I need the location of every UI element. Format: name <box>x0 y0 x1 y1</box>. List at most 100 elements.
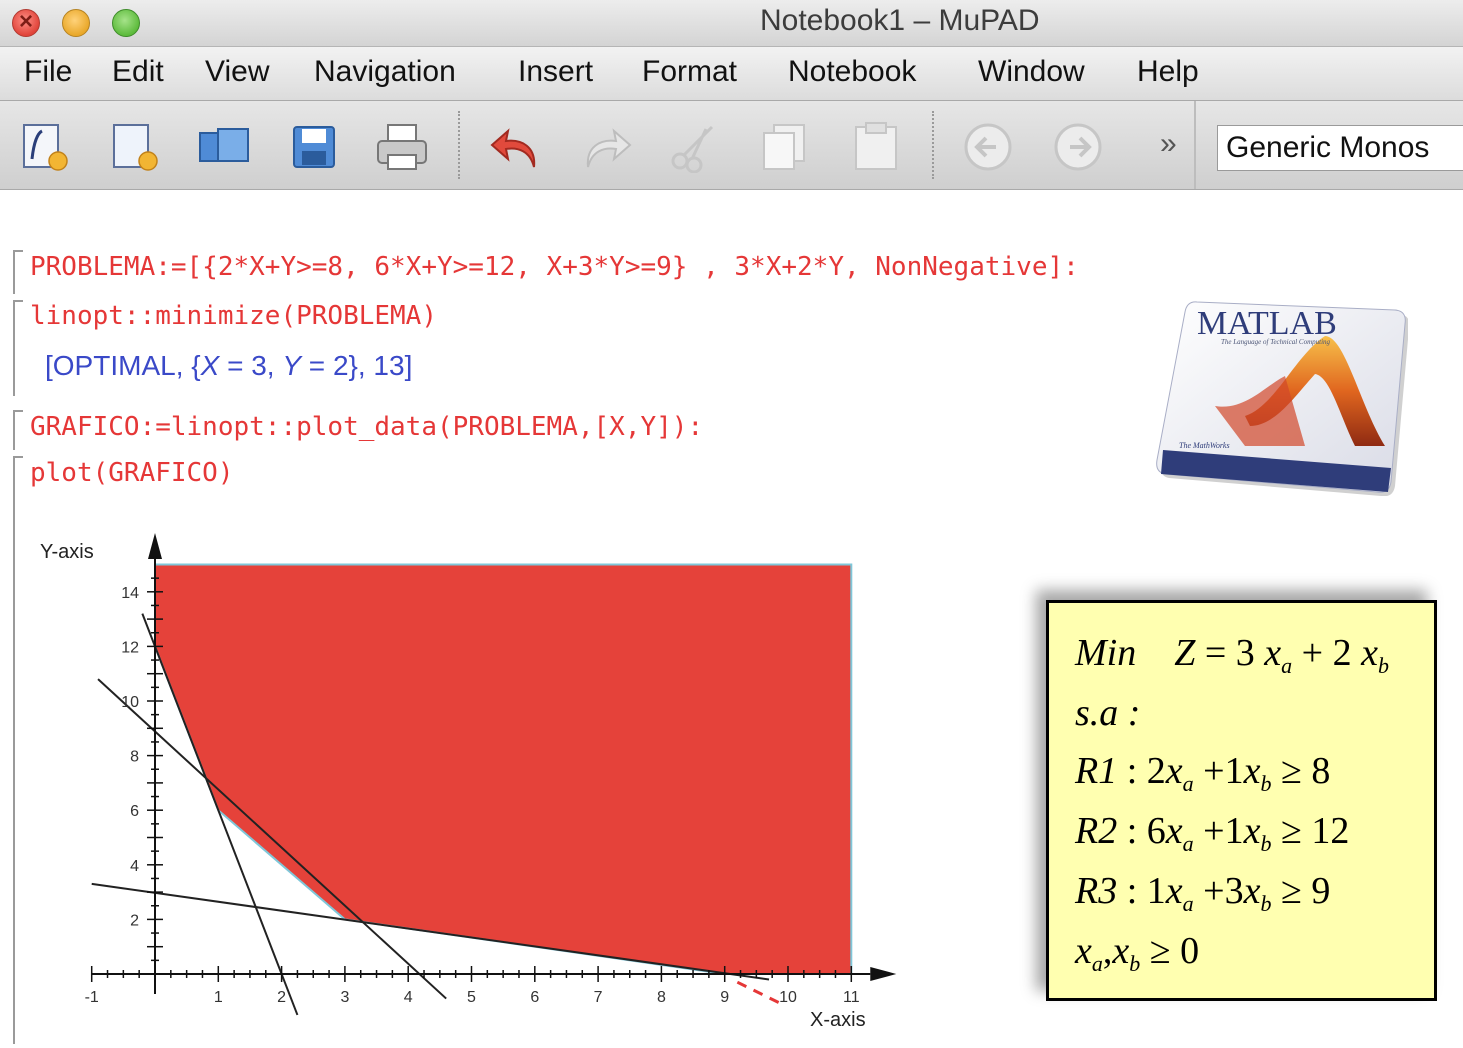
menu-help[interactable]: Help <box>1137 55 1199 89</box>
objective-line <box>736 980 783 1006</box>
toolbar-separator-2 <box>932 111 934 179</box>
y-tick-label: 10 <box>121 694 139 711</box>
new-notebook-icon[interactable] <box>20 121 72 173</box>
menu-view[interactable]: View <box>205 55 269 89</box>
input-cell-grafico[interactable]: GRAFICO:=linopt::plot_data(PROBLEMA,[X,Y… <box>30 412 703 442</box>
nonneg-s1: a <box>1091 951 1103 976</box>
zoom-window-button[interactable] <box>112 9 140 37</box>
x-tick-label: 6 <box>530 989 539 1006</box>
objective-line: Min Z = 3 xa + 2 xb <box>1075 631 1389 679</box>
constraint-r2: R2 : 6xa +1xb ≥ 12 <box>1075 809 1349 857</box>
toolbar: » Generic Monos <box>0 101 1463 190</box>
nonneg-rhs: ≥ 0 <box>1140 930 1200 972</box>
y-tick-label: 8 <box>130 749 139 766</box>
r2-rhs: ≥ 12 <box>1271 810 1350 852</box>
menu-format[interactable]: Format <box>642 55 737 89</box>
objective-plus: + 2 <box>1292 632 1362 674</box>
menu-window[interactable]: Window <box>978 55 1085 89</box>
x-tick-label: 9 <box>720 989 729 1006</box>
undo-icon[interactable] <box>490 121 542 173</box>
result-x-var: X <box>200 350 220 381</box>
matlab-brand: MATLAB <box>1197 305 1337 342</box>
x-tick-label: 11 <box>843 989 860 1006</box>
minimize-window-button[interactable] <box>62 9 90 37</box>
toolbar-separator <box>458 111 460 179</box>
mathworks-label: The MathWorks <box>1179 441 1230 450</box>
y-tick-label: 4 <box>130 858 139 875</box>
r3-s1: a <box>1182 891 1194 916</box>
r1-body1: : 2 <box>1117 750 1166 792</box>
lp-model-box: Min Z = 3 xa + 2 xb s.a : R1 : 2xa +1xb … <box>1046 600 1437 1001</box>
r1-rhs: ≥ 8 <box>1271 750 1331 792</box>
r2-x2: x <box>1243 810 1261 852</box>
new-editor-icon[interactable] <box>110 121 162 173</box>
input-cell-plot[interactable]: plot(GRAFICO) <box>30 458 234 488</box>
result-y-eq: = 2}, 13] <box>301 350 413 381</box>
y-axis-label: Y-axis <box>40 541 94 563</box>
r2-body2: +1 <box>1193 810 1244 852</box>
output-cell-result: [OPTIMAL, {X = 3, Y = 2}, 13] <box>45 350 412 382</box>
menu-bar: File Edit View Navigation Insert Format … <box>0 47 1463 101</box>
print-icon[interactable] <box>376 121 428 173</box>
nonneg-x1: x <box>1075 930 1092 972</box>
x-tick-label: 2 <box>277 989 286 1006</box>
cut-icon <box>671 125 714 173</box>
subject-to-label: s.a : <box>1075 692 1141 734</box>
x-tick-label: 4 <box>404 989 413 1006</box>
save-icon[interactable] <box>288 121 340 173</box>
x-axis-arrow <box>870 967 897 981</box>
title-bar: Notebook1 – MuPAD <box>0 0 1463 47</box>
cell-bracket[interactable] <box>13 456 23 1044</box>
redo-icon <box>586 128 632 168</box>
input-cell-minimize[interactable]: linopt::minimize(PROBLEMA) <box>30 301 437 331</box>
r2-s1: a <box>1182 831 1194 856</box>
cell-bracket[interactable] <box>13 410 23 450</box>
matlab-tagline: The Language of Technical Computing <box>1221 338 1331 346</box>
font-select[interactable]: Generic Monos <box>1217 125 1463 171</box>
x-tick-label: 8 <box>657 989 666 1006</box>
r3-rhs: ≥ 9 <box>1271 870 1331 912</box>
r1-body2: +1 <box>1193 750 1244 792</box>
r3-x2: x <box>1243 870 1261 912</box>
objective-var: Z <box>1174 632 1196 674</box>
forward-icon <box>1054 123 1102 171</box>
r1-s1: a <box>1182 771 1194 796</box>
r3-body1: : 1 <box>1117 870 1166 912</box>
cell-bracket[interactable] <box>13 300 23 396</box>
close-window-button[interactable] <box>12 8 40 37</box>
x-tick-label: 10 <box>779 989 797 1006</box>
open-icon[interactable] <box>198 121 250 173</box>
r3-label: R3 <box>1075 870 1118 912</box>
matlab-logo: MATLAB The Language of Technical Computi… <box>1156 301 1408 496</box>
menu-navigation[interactable]: Navigation <box>314 55 456 89</box>
plot-chart: -1 1 2 3 4 5 6 7 8 9 10 112468101214 Y-axis X-axis <box>40 533 897 1031</box>
menu-edit[interactable]: Edit <box>112 55 164 89</box>
r1-x2: x <box>1243 750 1261 792</box>
result-open: [OPTIMAL, { <box>45 350 201 381</box>
menu-file[interactable]: File <box>24 55 72 89</box>
r3-s2: b <box>1260 891 1272 916</box>
feasible-region-group <box>154 563 853 975</box>
r1-label: R1 <box>1075 750 1118 792</box>
result-y-var: Y <box>282 350 302 381</box>
x-tick-label: 3 <box>340 989 349 1006</box>
nonneg-comma: , <box>1102 930 1113 972</box>
r2-body1: : 6 <box>1117 810 1166 852</box>
y-tick-label: 14 <box>121 585 139 602</box>
objective-xb-sub: b <box>1377 653 1389 678</box>
menu-insert[interactable]: Insert <box>518 55 593 89</box>
input-cell-problema[interactable]: PROBLEMA:=[{2*X+Y>=8, 6*X+Y>=12, X+3*Y>=… <box>30 252 1079 282</box>
cell-bracket[interactable] <box>13 250 23 294</box>
toolbar-overflow-icon[interactable]: » <box>1160 127 1177 161</box>
r1-s2: b <box>1260 771 1272 796</box>
y-tick-label: 2 <box>130 912 139 929</box>
back-icon <box>964 123 1012 171</box>
nonnegativity-line: xa,xb ≥ 0 <box>1075 929 1199 977</box>
r2-x1: x <box>1165 810 1183 852</box>
menu-notebook[interactable]: Notebook <box>788 55 916 89</box>
result-x-eq: = 3, <box>219 350 283 381</box>
x-tick-label: 1 <box>214 989 223 1006</box>
objective-xb: x <box>1361 632 1378 674</box>
constraint-r3: R3 : 1xa +3xb ≥ 9 <box>1075 869 1330 917</box>
r1-x1: x <box>1165 750 1183 792</box>
